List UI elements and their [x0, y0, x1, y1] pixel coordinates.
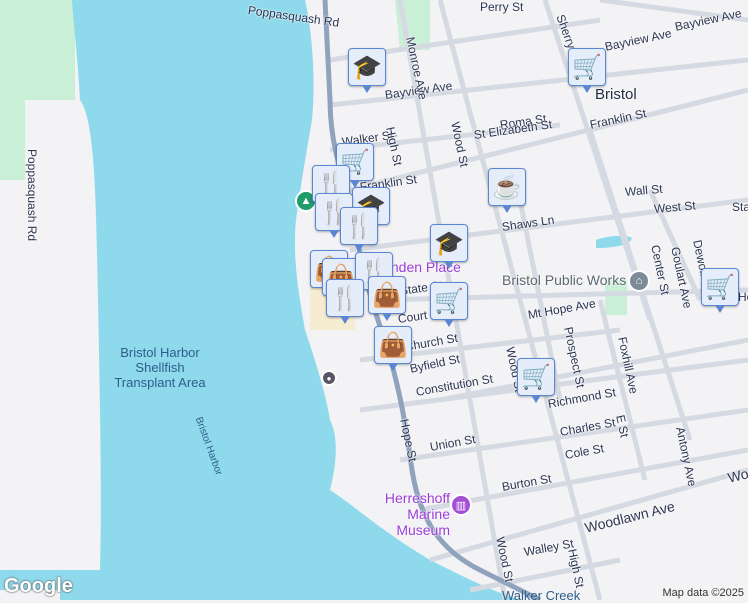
marker-grocery[interactable]: 🛒 [568, 48, 606, 86]
street-label: Ho [738, 290, 748, 304]
graduation-cap-icon: 🎓 [352, 53, 382, 82]
poi-label-public-works[interactable]: Bristol Public Works [502, 272, 626, 288]
water-label: Walker Creek [502, 588, 580, 603]
museum-icon[interactable]: ▥ [450, 494, 472, 516]
cart-icon: 🛒 [572, 53, 602, 82]
marker-grocery[interactable]: 🛒 [430, 282, 468, 320]
fork-knife-icon: 🍴 [344, 212, 374, 241]
cart-icon: 🛒 [705, 273, 735, 302]
fork-knife-icon: 🍴 [330, 284, 360, 313]
marker-cafe[interactable]: ☕ [488, 168, 526, 206]
coffee-cup-icon: ☕ [492, 173, 522, 202]
shopping-bag-icon: 👜 [372, 281, 402, 310]
marker-school[interactable]: 🎓 [348, 48, 386, 86]
cart-icon: 🛒 [521, 363, 551, 392]
google-logo: Google [4, 575, 73, 598]
street-label: Perry St [480, 0, 523, 14]
street-label: Poppasquash Rd [25, 149, 39, 241]
street-label: Sta [732, 200, 748, 214]
graduation-cap-icon: 🎓 [434, 229, 464, 258]
poi-label-museum[interactable]: Herreshoff Marine Museum [370, 490, 450, 538]
shopping-bag-icon: 👜 [378, 331, 408, 360]
marker-shopping[interactable]: 👜 [374, 326, 412, 364]
water-label: Bristol Harbor Shellfish Transplant Area [110, 345, 210, 390]
marker-restaurant[interactable]: 🍴 [340, 207, 378, 245]
ferry-icon[interactable]: ● [321, 370, 337, 386]
cart-icon: 🛒 [434, 287, 464, 316]
town-label: Bristol [595, 86, 637, 103]
marker-grocery[interactable]: 🛒 [701, 268, 739, 306]
marker-restaurant[interactable]: 🍴 [326, 279, 364, 317]
map-attribution[interactable]: Map data ©2025 [659, 586, 748, 600]
government-building-icon[interactable]: ⌂ [628, 270, 650, 292]
marker-shopping[interactable]: 👜 [368, 276, 406, 314]
marker-school[interactable]: 🎓 [430, 224, 468, 262]
marker-grocery[interactable]: 🛒 [517, 358, 555, 396]
